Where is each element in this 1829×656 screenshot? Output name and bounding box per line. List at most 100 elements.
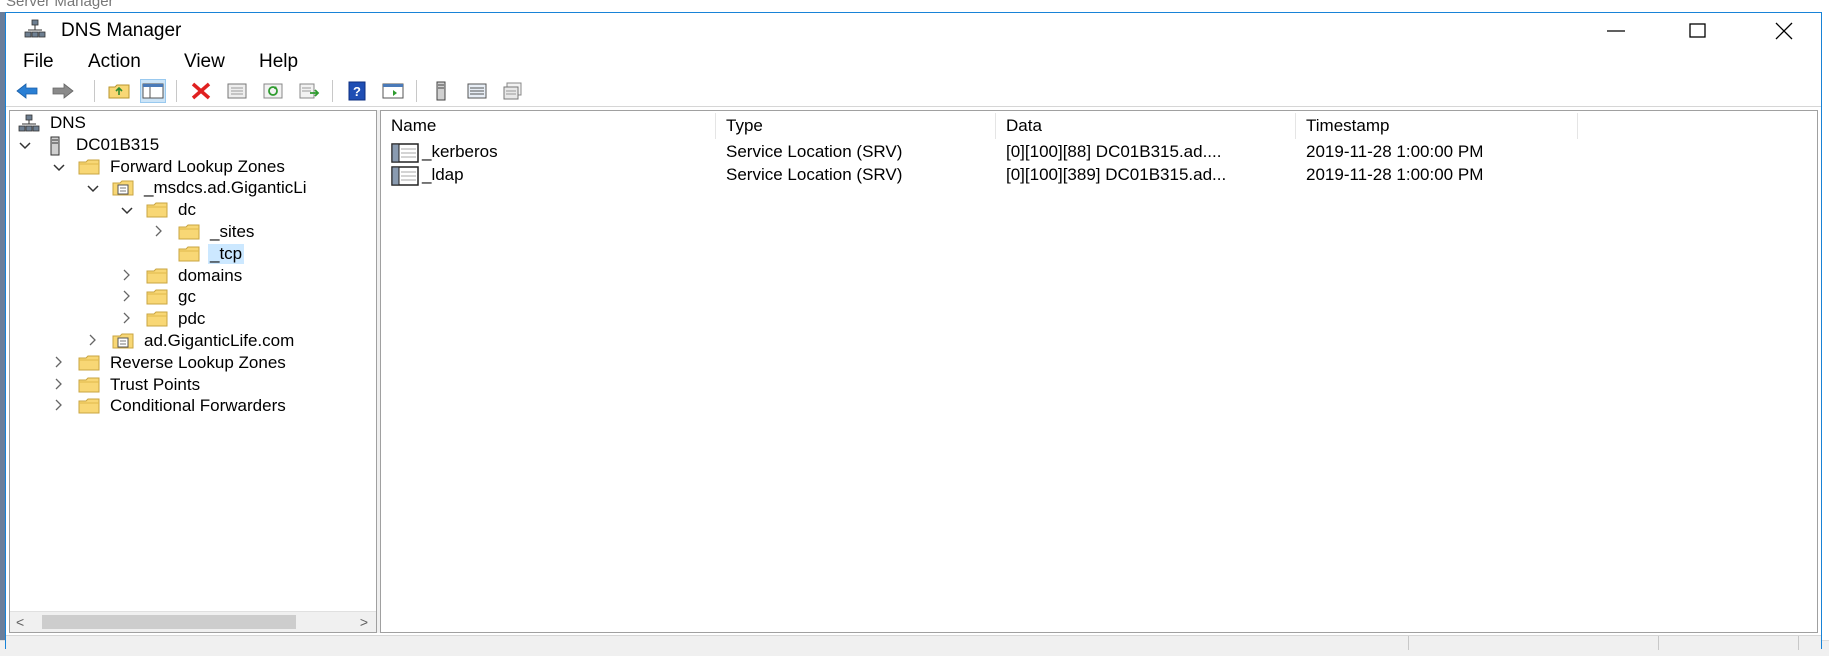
delete-x-icon xyxy=(191,82,211,100)
scrollbar-thumb[interactable] xyxy=(42,615,296,629)
chevron-down-icon[interactable] xyxy=(118,202,136,218)
tree-node-label: Forward Lookup Zones xyxy=(110,156,285,176)
delete-button[interactable] xyxy=(188,79,214,103)
folder-icon xyxy=(78,397,100,415)
toolbar: ? xyxy=(6,76,1821,107)
tree-node[interactable]: Trust Points xyxy=(50,374,202,396)
list-view-button[interactable] xyxy=(464,79,490,103)
maximize-button[interactable] xyxy=(1655,13,1741,48)
tree-node[interactable]: Forward Lookup Zones xyxy=(50,156,287,178)
tree-node[interactable]: Conditional Forwarders xyxy=(50,395,288,417)
tree-node[interactable]: DC01B315 xyxy=(16,134,161,156)
chevron-right-icon[interactable] xyxy=(118,289,136,305)
tree-node-label: _msdcs.ad.GiganticLi xyxy=(144,178,307,198)
folder-icon xyxy=(146,288,168,306)
status-bar-separator xyxy=(1408,636,1409,650)
console-tree-icon xyxy=(142,83,164,99)
detail-view-icon xyxy=(503,82,522,100)
action-pane-icon xyxy=(382,83,404,99)
zone-icon xyxy=(112,179,134,197)
tree-node-label: _tcp xyxy=(208,243,245,264)
forward-arrow-icon xyxy=(52,83,74,99)
minimize-icon xyxy=(1607,29,1625,32)
status-bar-separator xyxy=(1798,636,1799,650)
chevron-right-icon[interactable] xyxy=(118,311,136,327)
tree-horizontal-scrollbar[interactable]: < > xyxy=(10,611,376,632)
forward-button[interactable] xyxy=(50,79,76,103)
tree-node[interactable]: DNS xyxy=(18,112,88,134)
folder-icon xyxy=(78,376,100,394)
server-button[interactable] xyxy=(428,79,454,103)
server-icon xyxy=(44,136,66,156)
chevron-down-icon[interactable] xyxy=(50,159,68,175)
title-bar[interactable]: DNS Manager xyxy=(6,13,1821,48)
column-header-timestamp[interactable]: Timestamp xyxy=(1296,113,1578,139)
dns-manager-window: DNS Manager File Action View Help ? DNS … xyxy=(5,12,1822,650)
status-bar xyxy=(6,635,1821,650)
tree-node-label: _sites xyxy=(210,222,255,241)
record-timestamp: 2019-11-28 1:00:00 PM xyxy=(1306,165,1484,184)
zone-icon xyxy=(112,332,134,350)
chevron-right-icon[interactable] xyxy=(84,333,102,349)
tree-node[interactable]: pdc xyxy=(118,308,207,330)
back-button[interactable] xyxy=(14,79,40,103)
menu-action[interactable]: Action xyxy=(88,51,141,73)
window-title: DNS Manager xyxy=(61,20,182,41)
properties-button[interactable] xyxy=(224,79,250,103)
records-list-pane[interactable]: Name Type Data Timestamp _kerberos Servi… xyxy=(380,110,1818,633)
refresh-button[interactable] xyxy=(260,79,286,103)
record-name: _kerberos xyxy=(422,142,498,161)
tree-node-label: DC01B315 xyxy=(76,134,160,154)
chevron-right-icon[interactable] xyxy=(50,355,68,371)
list-item[interactable]: _kerberos Service Location (SRV) [0][100… xyxy=(391,140,1791,163)
chevron-right-icon[interactable] xyxy=(118,268,136,284)
detail-view-button[interactable] xyxy=(500,79,526,103)
column-header-data[interactable]: Data xyxy=(996,113,1296,139)
tree-node[interactable]: gc xyxy=(118,286,198,308)
chevron-right-icon[interactable] xyxy=(50,377,68,393)
menu-view[interactable]: View xyxy=(184,51,225,73)
tree-node[interactable]: ad.GiganticLife.com xyxy=(84,330,296,352)
toolbar-separator xyxy=(176,80,177,102)
properties-icon xyxy=(227,83,247,99)
list-item[interactable]: _ldap Service Location (SRV) [0][100][38… xyxy=(391,163,1791,186)
chevron-right-icon[interactable] xyxy=(50,398,68,414)
folder-icon xyxy=(178,245,200,263)
record-icon xyxy=(391,142,419,163)
scroll-right-arrow-icon[interactable]: > xyxy=(360,614,368,630)
chevron-down-icon[interactable] xyxy=(84,180,102,196)
console-tree-pane[interactable]: DNS DC01B315 Forward Lookup Zones _msdcs.ad… xyxy=(9,110,377,633)
folder-up-icon xyxy=(108,84,130,99)
minimize-button[interactable] xyxy=(1573,13,1659,48)
tree-node[interactable]: _sites xyxy=(150,221,256,243)
export-list-icon xyxy=(299,83,320,99)
show-hide-console-tree-button[interactable] xyxy=(140,79,166,103)
scroll-left-arrow-icon[interactable]: < xyxy=(16,614,24,630)
tree-node[interactable]: _msdcs.ad.GiganticLi xyxy=(84,177,309,199)
chevron-right-icon[interactable] xyxy=(150,224,168,240)
help-button[interactable]: ? xyxy=(344,79,370,103)
folder-icon xyxy=(178,223,200,241)
refresh-icon xyxy=(263,83,283,99)
tree-node[interactable]: domains xyxy=(118,265,244,287)
menu-help[interactable]: Help xyxy=(259,51,298,73)
record-icon xyxy=(391,165,419,186)
chevron-down-icon[interactable] xyxy=(16,137,34,153)
column-header-type[interactable]: Type xyxy=(716,113,996,139)
tree-node[interactable]: dc xyxy=(118,199,198,221)
column-header-name[interactable]: Name xyxy=(381,113,716,139)
tree-node-label: ad.GiganticLife.com xyxy=(144,331,295,350)
tree-node[interactable]: _tcp xyxy=(150,243,245,265)
menu-file[interactable]: File xyxy=(23,51,54,73)
background-window-strip xyxy=(0,0,1829,12)
record-timestamp: 2019-11-28 1:00:00 PM xyxy=(1306,142,1484,161)
close-button[interactable] xyxy=(1741,13,1827,48)
list-view-icon xyxy=(467,83,487,99)
show-hide-action-pane-button[interactable] xyxy=(380,79,406,103)
tree-node[interactable]: Reverse Lookup Zones xyxy=(50,352,288,374)
up-one-level-button[interactable] xyxy=(106,79,132,103)
status-bar-separator xyxy=(1658,636,1659,650)
back-arrow-icon xyxy=(16,83,38,99)
export-list-button[interactable] xyxy=(296,79,322,103)
maximize-icon xyxy=(1689,22,1706,38)
